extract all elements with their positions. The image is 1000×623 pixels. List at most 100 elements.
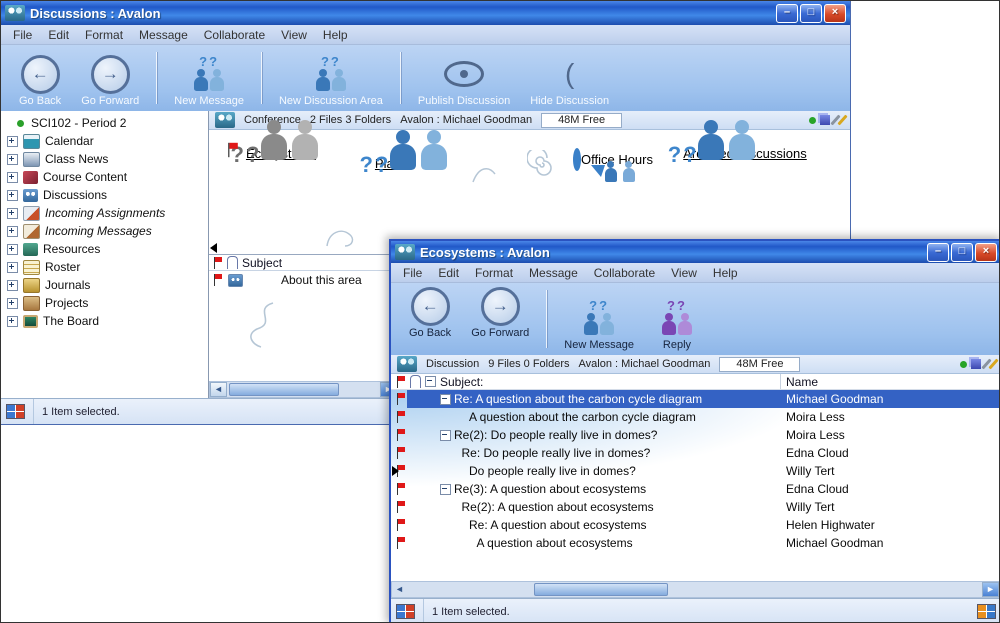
tree-root-item[interactable]: SCI102 - Period 2 bbox=[1, 114, 208, 132]
tree-item-incoming-messages[interactable]: Incoming Messages bbox=[1, 222, 208, 240]
pane-collapse-arrow[interactable] bbox=[392, 466, 399, 476]
menu-item-collaborate[interactable]: Collaborate bbox=[586, 266, 663, 280]
new-message-button[interactable]: ?? New Message bbox=[166, 56, 252, 107]
message-row[interactable]: Re(2): Do people really live in domes? M… bbox=[391, 426, 1000, 444]
tree-item-resources[interactable]: Resources bbox=[1, 240, 208, 258]
message-row[interactable]: Re(2): A question about ecosystems Willy… bbox=[391, 498, 1000, 516]
message-row[interactable]: Re: Do people really live in domes? Edna… bbox=[391, 444, 1000, 462]
tree-item-course-content[interactable]: Course Content bbox=[1, 168, 208, 186]
new-message-button[interactable]: ?? New Message bbox=[556, 300, 642, 351]
new-discussion-area-button[interactable]: ?? New Discussion Area bbox=[271, 56, 391, 107]
menu-item-message[interactable]: Message bbox=[131, 28, 196, 42]
go-forward-button[interactable]: → Go Forward bbox=[73, 56, 147, 107]
column-divider[interactable] bbox=[780, 374, 781, 389]
tree-item-incoming-assignments[interactable]: Incoming Assignments bbox=[1, 204, 208, 222]
menu-item-help[interactable]: Help bbox=[705, 266, 746, 280]
desktop-icon-ecosystems[interactable]: ?? Ecosystems bbox=[217, 142, 345, 161]
collapse-minus-icon[interactable] bbox=[440, 484, 451, 495]
flag-icon bbox=[396, 376, 406, 388]
pages-icon[interactable] bbox=[820, 115, 830, 125]
go-forward-button[interactable]: → Go Forward bbox=[463, 288, 537, 339]
tree-item-calendar[interactable]: Calendar bbox=[1, 132, 208, 150]
tree-item-projects[interactable]: Projects bbox=[1, 294, 208, 312]
menu-item-file[interactable]: File bbox=[5, 28, 40, 42]
name-column-label: Name bbox=[786, 375, 818, 389]
status-bar: 1 Item selected. bbox=[391, 598, 1000, 623]
file-folder-counts: 9 Files 0 Folders bbox=[488, 358, 569, 370]
reply-button[interactable]: ?? Reply bbox=[646, 300, 708, 351]
message-column-header[interactable]: Subject: Name bbox=[391, 374, 1000, 390]
news-icon bbox=[23, 152, 40, 167]
go-back-button[interactable]: ← Go Back bbox=[11, 56, 69, 107]
message-row[interactable]: A question about ecosystems Michael Good… bbox=[391, 534, 1000, 552]
maximize-button[interactable]: □ bbox=[951, 243, 973, 262]
desktop-icon-archived-discussions[interactable]: ?? Archived Discussions bbox=[661, 142, 829, 161]
scroll-left-button[interactable]: ◄ bbox=[210, 382, 227, 397]
message-row[interactable]: Re: A question about ecosystems Helen Hi… bbox=[391, 516, 1000, 534]
message-row[interactable]: A question about the carbon cycle diagra… bbox=[391, 408, 1000, 426]
menu-item-format[interactable]: Format bbox=[467, 266, 521, 280]
grid-view-icon[interactable] bbox=[977, 604, 996, 619]
menu-item-collaborate[interactable]: Collaborate bbox=[196, 28, 273, 42]
expand-plus-icon[interactable] bbox=[7, 316, 18, 327]
pane-collapse-arrow[interactable] bbox=[210, 243, 217, 253]
minimize-button[interactable]: – bbox=[927, 243, 949, 262]
title-bar[interactable]: Ecosystems : Avalon – □ × bbox=[391, 241, 1000, 263]
pages-icon[interactable] bbox=[971, 359, 981, 369]
tree-item-roster[interactable]: Roster bbox=[1, 258, 208, 276]
expand-plus-icon[interactable] bbox=[7, 262, 18, 273]
publish-discussion-button[interactable]: Publish Discussion bbox=[410, 56, 518, 107]
expand-plus-icon[interactable] bbox=[7, 190, 18, 201]
minimize-button[interactable]: – bbox=[776, 4, 798, 23]
horizontal-scrollbar[interactable]: ◄ ► bbox=[391, 581, 1000, 598]
view-mode-icon[interactable] bbox=[6, 404, 25, 419]
menu-item-message[interactable]: Message bbox=[521, 266, 586, 280]
expand-plus-icon[interactable] bbox=[7, 280, 18, 291]
go-back-button[interactable]: ← Go Back bbox=[401, 288, 459, 339]
tree-item-label: Projects bbox=[45, 296, 88, 310]
message-row[interactable]: Re: A question about the carbon cycle di… bbox=[391, 390, 1000, 408]
toolbar-separator bbox=[261, 52, 262, 104]
expand-plus-icon[interactable] bbox=[7, 154, 18, 165]
desktop-icon-plants[interactable]: ?? Plants bbox=[335, 152, 451, 171]
collapse-minus-icon[interactable] bbox=[440, 394, 451, 405]
collapse-minus-icon[interactable] bbox=[440, 430, 451, 441]
expand-plus-icon[interactable] bbox=[7, 226, 18, 237]
tree-item-discussions[interactable]: Discussions bbox=[1, 186, 208, 204]
scrollbar-thumb[interactable] bbox=[229, 383, 339, 396]
maximize-button[interactable]: □ bbox=[800, 4, 822, 23]
view-mode-icon[interactable] bbox=[396, 604, 415, 619]
menu-item-view[interactable]: View bbox=[663, 266, 705, 280]
expand-plus-icon[interactable] bbox=[7, 298, 18, 309]
discussions-icon bbox=[23, 189, 38, 202]
expand-plus-icon[interactable] bbox=[7, 136, 18, 147]
message-row[interactable]: Do people really live in domes? Willy Te… bbox=[391, 462, 1000, 480]
menu-item-file[interactable]: File bbox=[395, 266, 430, 280]
menu-item-edit[interactable]: Edit bbox=[40, 28, 77, 42]
swirl-doodle bbox=[325, 226, 359, 250]
expand-plus-icon[interactable] bbox=[7, 244, 18, 255]
tree-item-class-news[interactable]: Class News bbox=[1, 150, 208, 168]
menu-item-view[interactable]: View bbox=[273, 28, 315, 42]
message-subject: A question about ecosystems bbox=[477, 536, 633, 550]
scroll-left-button[interactable]: ◄ bbox=[392, 583, 407, 596]
title-bar[interactable]: Discussions : Avalon – □ × bbox=[1, 1, 850, 25]
horizontal-scrollbar[interactable]: ◄ ► bbox=[209, 381, 399, 398]
expand-plus-icon[interactable] bbox=[7, 172, 18, 183]
scrollbar-thumb[interactable] bbox=[534, 583, 668, 596]
menu-item-help[interactable]: Help bbox=[315, 28, 356, 42]
calendar-icon bbox=[23, 134, 40, 149]
expand-plus-icon[interactable] bbox=[7, 208, 18, 219]
menu-item-edit[interactable]: Edit bbox=[430, 266, 467, 280]
collapse-all-icon[interactable] bbox=[425, 376, 436, 387]
tree-item-the-board[interactable]: The Board bbox=[1, 312, 208, 330]
tree-item-journals[interactable]: Journals bbox=[1, 276, 208, 294]
scroll-right-button[interactable]: ► bbox=[982, 582, 999, 597]
close-button[interactable]: × bbox=[824, 4, 846, 23]
paperclip-icon bbox=[227, 256, 238, 269]
message-row[interactable]: Re(3): A question about ecosystems Edna … bbox=[391, 480, 1000, 498]
hide-discussion-button[interactable]: ( Hide Discussion bbox=[522, 56, 617, 107]
close-button[interactable]: × bbox=[975, 243, 997, 262]
user-identity: Avalon : Michael Goodman bbox=[400, 114, 532, 126]
menu-item-format[interactable]: Format bbox=[77, 28, 131, 42]
